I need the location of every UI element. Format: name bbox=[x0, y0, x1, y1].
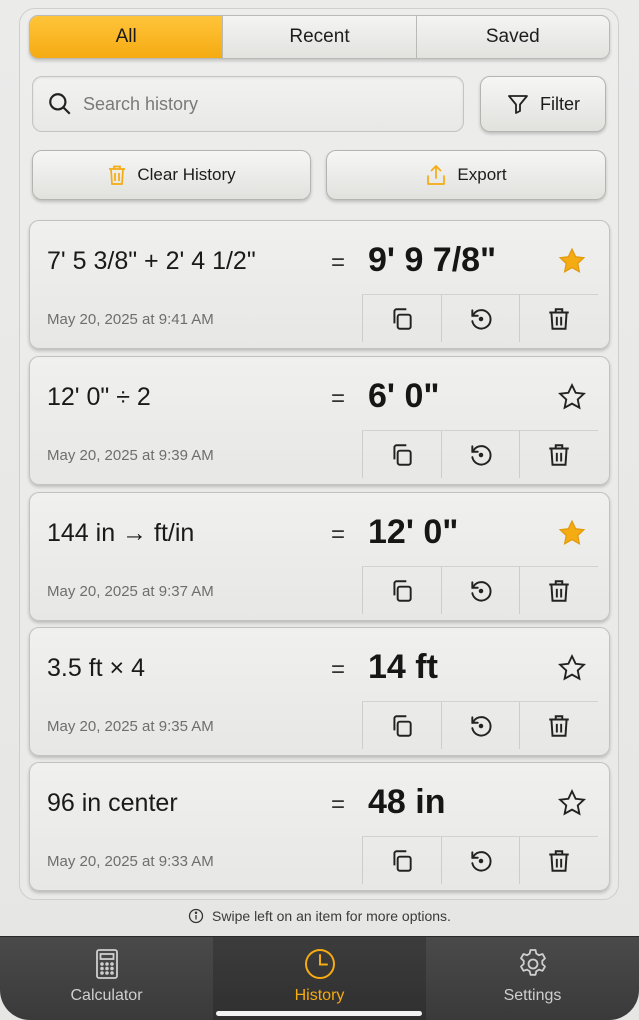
delete-button[interactable] bbox=[519, 837, 598, 884]
segment-control: All Recent Saved bbox=[29, 15, 610, 59]
trash-icon bbox=[549, 443, 569, 466]
copy-button[interactable] bbox=[362, 295, 441, 342]
history-result: 12' 0" bbox=[368, 513, 459, 551]
swipe-hint-text: Swipe left on an item for more options. bbox=[212, 908, 451, 924]
item-actions bbox=[362, 294, 598, 342]
undo-icon bbox=[470, 715, 492, 737]
tab-history[interactable]: History bbox=[213, 937, 426, 1020]
trash-icon bbox=[109, 165, 126, 185]
undo-icon bbox=[470, 308, 492, 330]
reuse-button[interactable] bbox=[440, 295, 520, 342]
filter-icon bbox=[508, 95, 528, 114]
reuse-button[interactable] bbox=[440, 431, 520, 478]
copy-icon bbox=[393, 714, 412, 737]
equals-sign: = bbox=[331, 521, 346, 548]
gear-icon bbox=[519, 949, 546, 976]
segment-all[interactable]: All bbox=[30, 16, 224, 58]
share-icon bbox=[427, 165, 446, 185]
star-filled-icon[interactable] bbox=[557, 246, 587, 276]
delete-button[interactable] bbox=[519, 567, 598, 614]
segment-recent[interactable]: Recent bbox=[223, 16, 417, 58]
export-label: Export bbox=[457, 165, 507, 184]
copy-icon bbox=[393, 307, 412, 330]
history-expression: 144 in → ft/in bbox=[47, 519, 195, 547]
search-box[interactable] bbox=[32, 76, 464, 132]
calculator-icon bbox=[95, 949, 118, 979]
history-item[interactable]: 96 in center = 48 in May 20, 2025 at 9:3… bbox=[29, 762, 610, 891]
tab-bar: Calculator History Settings bbox=[0, 936, 639, 1020]
copy-button[interactable] bbox=[362, 702, 441, 749]
tab-settings-label: Settings bbox=[503, 987, 562, 1004]
delete-button[interactable] bbox=[519, 295, 598, 342]
history-item[interactable]: 144 in → ft/in = 12' 0" May 20, 2025 at … bbox=[29, 492, 610, 621]
copy-icon bbox=[393, 443, 412, 466]
history-expression: 3.5 ft × 4 bbox=[47, 654, 145, 682]
undo-icon bbox=[470, 850, 492, 872]
equals-sign: = bbox=[331, 385, 346, 412]
reuse-button[interactable] bbox=[440, 702, 520, 749]
tab-calculator[interactable]: Calculator bbox=[0, 937, 213, 1020]
history-timestamp: May 20, 2025 at 9:33 AM bbox=[47, 853, 214, 870]
reuse-button[interactable] bbox=[440, 567, 520, 614]
trash-icon bbox=[549, 307, 569, 330]
copy-icon bbox=[393, 579, 412, 602]
filter-button[interactable]: Filter bbox=[480, 76, 606, 132]
history-item[interactable]: 3.5 ft × 4 = 14 ft May 20, 2025 at 9:35 … bbox=[29, 627, 610, 756]
undo-icon bbox=[470, 444, 492, 466]
history-timestamp: May 20, 2025 at 9:39 AM bbox=[47, 447, 214, 464]
equals-sign: = bbox=[331, 656, 346, 683]
history-expression: 7' 5 3/8" + 2' 4 1/2" bbox=[47, 247, 256, 275]
trash-icon bbox=[549, 714, 569, 737]
delete-button[interactable] bbox=[519, 702, 598, 749]
history-timestamp: May 20, 2025 at 9:41 AM bbox=[47, 311, 214, 328]
copy-button[interactable] bbox=[362, 431, 441, 478]
history-item[interactable]: 12' 0" ÷ 2 = 6' 0" May 20, 2025 at 9:39 … bbox=[29, 356, 610, 485]
search-icon bbox=[49, 93, 71, 115]
history-result: 9' 9 7/8" bbox=[368, 241, 497, 279]
tab-calculator-label: Calculator bbox=[70, 987, 143, 1004]
history-result: 14 ft bbox=[368, 648, 438, 686]
trash-icon bbox=[549, 849, 569, 872]
item-actions bbox=[362, 701, 598, 749]
trash-icon bbox=[549, 579, 569, 602]
star-outline-icon[interactable] bbox=[557, 382, 587, 412]
history-timestamp: May 20, 2025 at 9:35 AM bbox=[47, 718, 214, 735]
undo-icon bbox=[470, 580, 492, 602]
equals-sign: = bbox=[331, 249, 346, 276]
history-result: 6' 0" bbox=[368, 377, 440, 415]
copy-icon bbox=[393, 849, 412, 872]
segment-saved[interactable]: Saved bbox=[417, 16, 609, 58]
item-actions bbox=[362, 566, 598, 614]
tab-settings[interactable]: Settings bbox=[426, 937, 639, 1020]
export-button[interactable]: Export bbox=[326, 150, 606, 200]
clear-history-button[interactable]: Clear History bbox=[32, 150, 311, 200]
star-outline-icon[interactable] bbox=[557, 788, 587, 818]
reuse-button[interactable] bbox=[440, 837, 520, 884]
item-actions bbox=[362, 430, 598, 478]
history-expression: 96 in center bbox=[47, 789, 178, 817]
tab-history-label: History bbox=[294, 987, 345, 1004]
filter-label: Filter bbox=[540, 93, 580, 114]
swipe-hint: Swipe left on an item for more options. bbox=[0, 908, 639, 924]
home-indicator bbox=[216, 1011, 422, 1016]
search-input[interactable] bbox=[83, 93, 443, 115]
delete-button[interactable] bbox=[519, 431, 598, 478]
history-result: 48 in bbox=[368, 783, 446, 821]
star-filled-icon[interactable] bbox=[557, 518, 587, 548]
star-outline-icon[interactable] bbox=[557, 653, 587, 683]
clock-icon bbox=[304, 949, 335, 979]
history-expression: 12' 0" ÷ 2 bbox=[47, 383, 151, 411]
clear-history-label: Clear History bbox=[137, 165, 236, 184]
info-icon bbox=[188, 908, 204, 924]
item-actions bbox=[362, 836, 598, 884]
equals-sign: = bbox=[331, 791, 346, 818]
copy-button[interactable] bbox=[362, 567, 441, 614]
history-timestamp: May 20, 2025 at 9:37 AM bbox=[47, 583, 214, 600]
copy-button[interactable] bbox=[362, 837, 441, 884]
history-item[interactable]: 7' 5 3/8" + 2' 4 1/2" = 9' 9 7/8" May 20… bbox=[29, 220, 610, 349]
